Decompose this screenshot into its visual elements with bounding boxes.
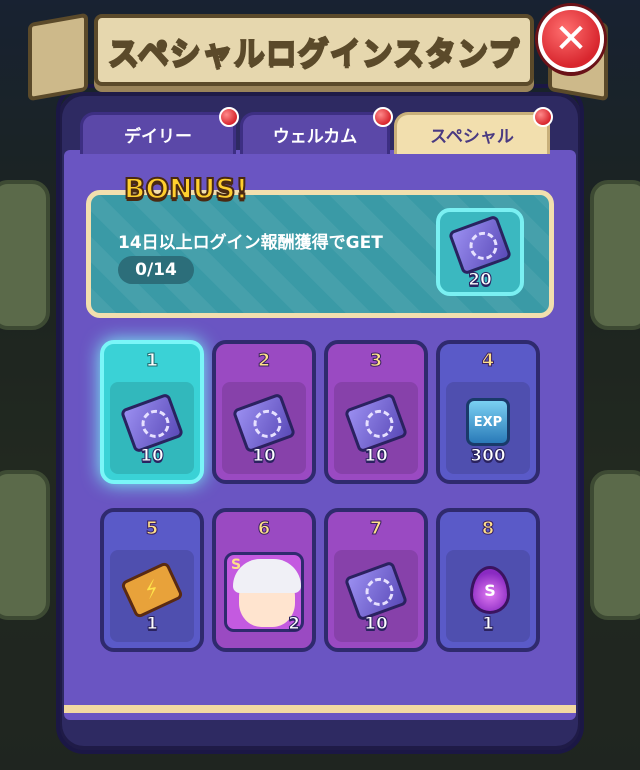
day-card-5[interactable]: 5 ⚡ 1 [100, 508, 204, 652]
tab-label: ウェルカム [272, 127, 358, 147]
close-icon: ✕ [554, 16, 588, 62]
day-card-3[interactable]: 3 10 [324, 340, 428, 484]
panel-divider [64, 705, 576, 713]
pick-ticket-icon [447, 214, 513, 276]
day-card-8[interactable]: 8 S 1 [436, 508, 540, 652]
reward-count: 1 [482, 614, 495, 635]
reward-count: 10 [140, 446, 165, 467]
tab-welcome[interactable]: ウェルカム [240, 107, 393, 154]
reward-count: 20 [468, 270, 493, 291]
notification-dot-icon [219, 107, 239, 127]
day-number: 5 [145, 518, 159, 540]
hero-hair [233, 559, 301, 593]
day-number: 7 [369, 518, 383, 540]
bonus-label: BONUS! [123, 171, 249, 206]
notification-dot-icon [373, 107, 393, 127]
background-card [590, 470, 640, 620]
reward-count: 1 [146, 614, 159, 635]
background-card [590, 180, 640, 330]
tab-daily[interactable]: デイリー [80, 107, 239, 154]
bonus-description: 14日以上ログイン報酬獲得でGET [118, 233, 383, 253]
tab-label: デイリー [124, 127, 192, 147]
background-card [0, 470, 50, 620]
reward-count: 10 [252, 446, 277, 467]
reward-count: 10 [364, 446, 389, 467]
exp-label: EXP [473, 414, 503, 430]
background-card [0, 180, 50, 330]
day-card-7[interactable]: 7 10 [324, 508, 428, 652]
soul-label: S [484, 580, 496, 600]
day-card-6[interactable]: 6 S 2 [212, 508, 316, 652]
day-card-4[interactable]: 4 EXP 300 [436, 340, 540, 484]
bonus-progress: 0/14 [118, 256, 194, 284]
day-number: 4 [481, 350, 495, 372]
reward-count: 300 [470, 446, 507, 467]
tab-label: スペシャル [430, 127, 514, 147]
ribbon-tail-left [28, 12, 88, 102]
title-ribbon: スペシャルログインスタンプ [94, 14, 534, 86]
day-card-2[interactable]: 2 10 [212, 340, 316, 484]
exp-potion-icon: EXP [466, 398, 510, 446]
page-title: スペシャルログインスタンプ [107, 35, 521, 73]
rank-label: S [231, 557, 242, 573]
day-number: 6 [257, 518, 271, 540]
day-number: 1 [145, 350, 159, 372]
tab-special[interactable]: スペシャル [394, 107, 553, 154]
reward-count: 10 [364, 614, 389, 635]
close-button[interactable]: ✕ [538, 6, 604, 72]
day-card-1[interactable]: 1 10 [100, 340, 204, 484]
day-number: 8 [481, 518, 495, 540]
day-number: 3 [369, 350, 383, 372]
notification-dot-icon [533, 107, 553, 127]
bonus-reward[interactable]: 20 [436, 208, 524, 296]
day-number: 2 [257, 350, 271, 372]
